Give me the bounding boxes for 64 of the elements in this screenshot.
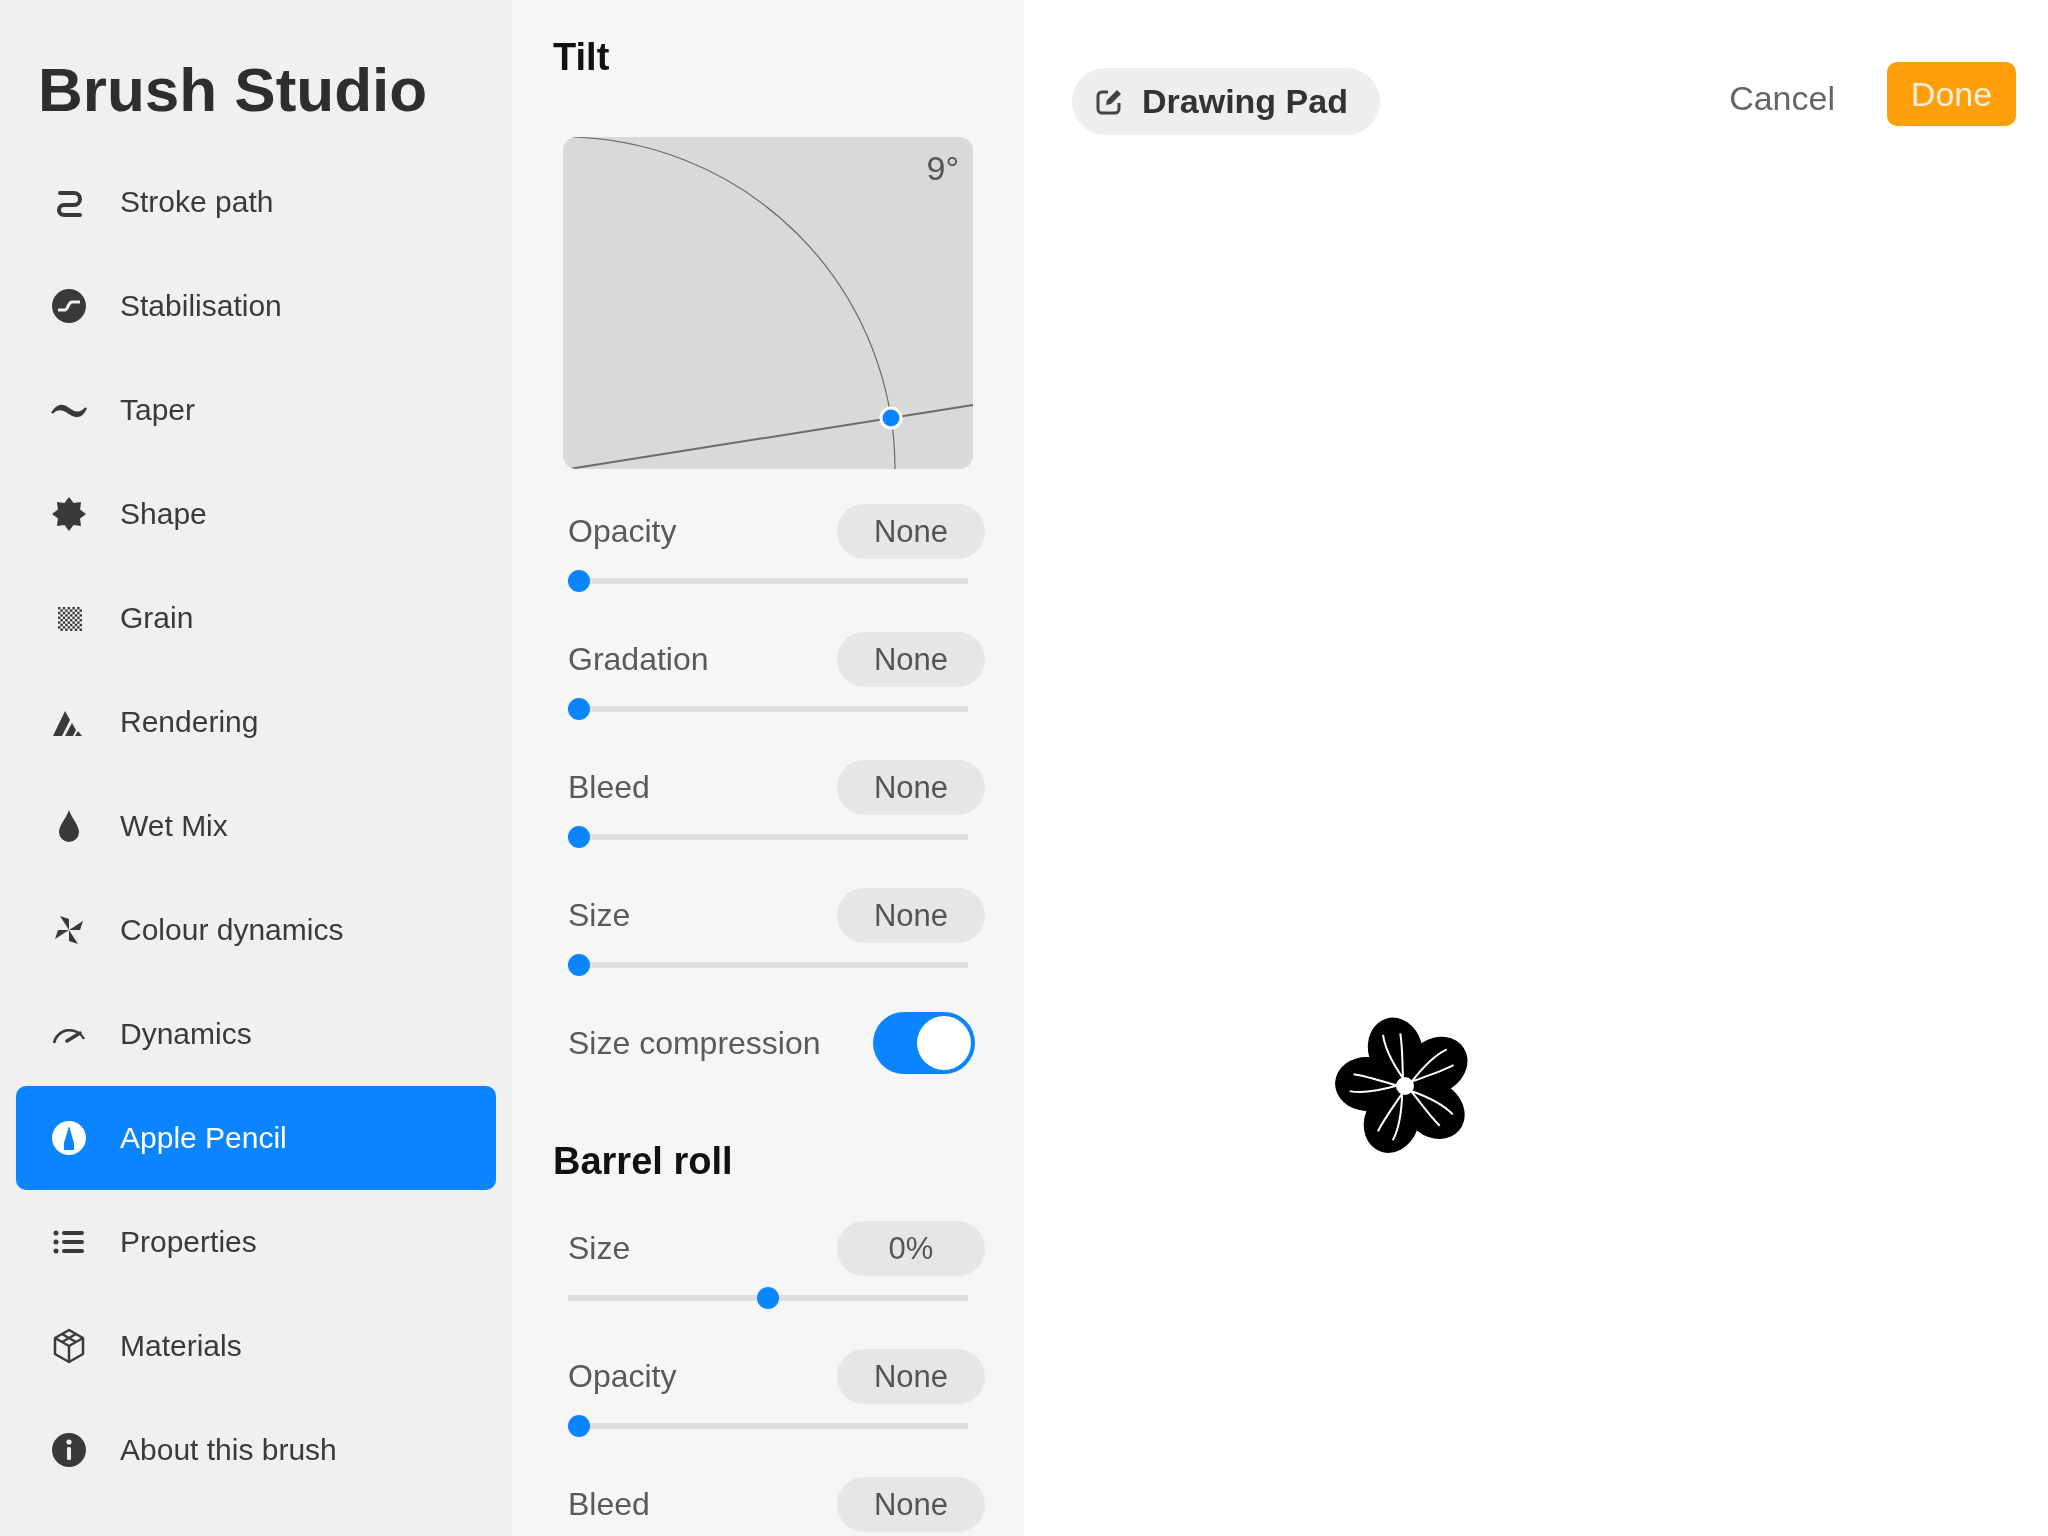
slider-thumb[interactable] (568, 954, 590, 976)
section-title: Barrel roll (553, 1139, 734, 1184)
value-button[interactable]: None (837, 888, 985, 943)
slider-track[interactable] (568, 954, 968, 976)
slider-track[interactable] (568, 698, 968, 720)
slider-track[interactable] (568, 1415, 968, 1437)
pencil-icon (50, 1119, 88, 1157)
sidebar-item[interactable]: Rendering (16, 670, 496, 774)
sidebar-item[interactable]: Properties (16, 1190, 496, 1294)
cancel-button[interactable]: Cancel (1729, 79, 1835, 118)
slider-thumb[interactable] (568, 570, 590, 592)
sidebar-item-label: About this brush (120, 1433, 337, 1467)
setting-label: Size compression (568, 1024, 821, 1062)
sidebar-item-label: Colour dynamics (120, 913, 344, 947)
sidebar-item[interactable]: Grain (16, 566, 496, 670)
sidebar-item-label: Materials (120, 1329, 242, 1363)
sidebar-item[interactable]: Taper (16, 358, 496, 462)
value-button[interactable]: None (837, 1349, 985, 1404)
sidebar-item[interactable]: Wet Mix (16, 774, 496, 878)
sidebar-item-label: Stroke path (120, 185, 274, 219)
sidebar-item-label: Wet Mix (120, 809, 228, 843)
setting-label: Size (568, 1230, 631, 1267)
info-icon (50, 1431, 88, 1469)
slider-track[interactable] (568, 1287, 968, 1309)
slider-thumb[interactable] (757, 1287, 779, 1309)
setting-label: Gradation (568, 641, 709, 678)
setting-label: Opacity (568, 1358, 677, 1395)
setting-label: Opacity (568, 513, 677, 550)
sidebar-item-label: Taper (120, 393, 196, 427)
setting-label: Size (568, 897, 631, 934)
sidebar-item[interactable]: Materials (16, 1294, 496, 1398)
value-button[interactable]: None (837, 504, 985, 559)
tilt-angle: 9° (926, 149, 959, 188)
star-badge-icon (50, 495, 88, 533)
setting-label: Bleed (568, 769, 650, 806)
panel-title: Brush Studio (38, 54, 429, 126)
drawing-pad-button[interactable]: Drawing Pad (1072, 68, 1380, 135)
tilt-graph[interactable]: 9° (563, 137, 973, 469)
value-button[interactable]: None (837, 632, 985, 687)
slider-track[interactable] (568, 826, 968, 848)
sidebar-item[interactable]: Apple Pencil (16, 1086, 496, 1190)
sidebar-item-label: Rendering (120, 705, 259, 739)
sidebar-item[interactable]: Stabilisation (16, 254, 496, 358)
setting-label: Bleed (568, 1486, 650, 1523)
sidebar-item[interactable]: Dynamics (16, 982, 496, 1086)
sidebar-item[interactable]: Stroke path (16, 150, 496, 254)
value-button[interactable]: None (837, 1477, 985, 1532)
slider-thumb[interactable] (568, 698, 590, 720)
sidebar-item[interactable]: Colour dynamics (16, 878, 496, 982)
stabilisation-icon (50, 287, 88, 325)
sidebar-item-label: Shape (120, 497, 207, 531)
sidebar-item-label: Apple Pencil (120, 1121, 287, 1155)
sidebar-item-label: Properties (120, 1225, 257, 1259)
slider-thumb[interactable] (568, 826, 590, 848)
slider-track[interactable] (568, 570, 968, 592)
slider-thumb[interactable] (568, 1415, 590, 1437)
value-button[interactable]: 0% (837, 1221, 985, 1276)
sidebar-item-label: Stabilisation (120, 289, 282, 323)
sidebar-item[interactable]: About this brush (16, 1398, 496, 1502)
sidebar-item-label: Grain (120, 601, 194, 635)
sidebar-item-label: Dynamics (120, 1017, 252, 1051)
value-button[interactable]: None (837, 760, 985, 815)
sidebar-item[interactable]: Shape (16, 462, 496, 566)
section-title: Tilt (553, 35, 611, 80)
